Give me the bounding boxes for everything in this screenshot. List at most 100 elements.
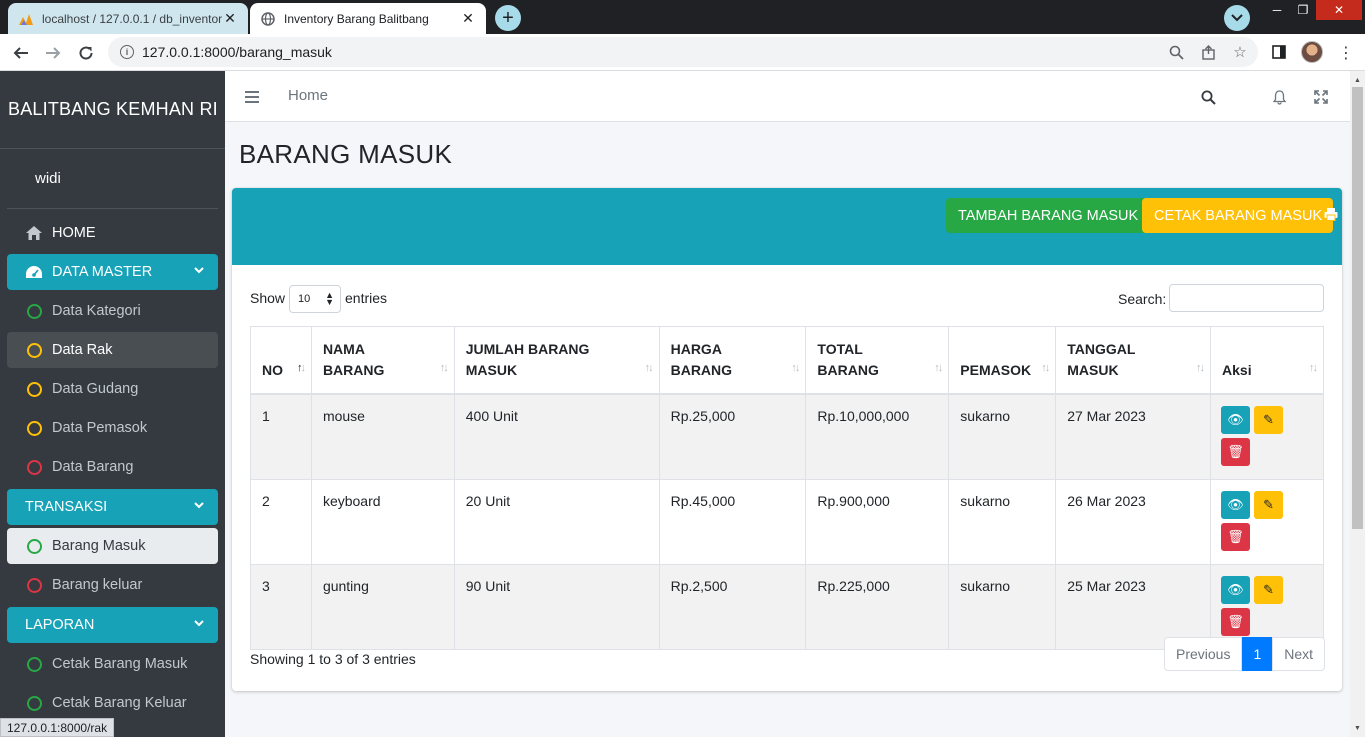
sidebar-item-barang-masuk[interactable]: Barang Masuk [7, 528, 218, 564]
sidebar-menu: HOME DATA MASTER Data Kategori Data Rak … [0, 209, 225, 721]
delete-button[interactable]: 🗑 [1221, 607, 1251, 636]
main-content: Home BARANG MASUK TAMBAH BARANG MASUK CE… [225, 71, 1350, 737]
delete-button[interactable]: 🗑 [1221, 522, 1251, 551]
tab-label: Inventory Barang Balitbang [284, 11, 429, 26]
eye-icon: 👁 [1227, 411, 1244, 427]
add-barang-masuk-button[interactable]: TAMBAH BARANG MASUK [946, 198, 1151, 233]
profile-avatar[interactable] [1301, 41, 1323, 63]
window-close-icon[interactable]: ✕ [1316, 0, 1362, 20]
sidebar-item-data-gudang[interactable]: Data Gudang [7, 371, 218, 407]
edit-button[interactable]: ✎ [1254, 405, 1284, 434]
edit-button[interactable]: ✎ [1254, 575, 1284, 604]
column-header-nama-barang[interactable]: NAMA BARANG ↑↓ [310, 326, 455, 395]
scroll-down-arrow-icon[interactable]: ▼ [1350, 721, 1365, 735]
forward-arrow-icon[interactable] [41, 41, 65, 65]
browser-toolbar: i 127.0.0.1:8000/barang_masuk ☆ ⋮ [0, 34, 1365, 71]
address-bar[interactable]: i 127.0.0.1:8000/barang_masuk [108, 37, 1258, 67]
tab-label: localhost / 127.0.0.1 / db_inventory [42, 11, 222, 26]
phpmyadmin-icon [18, 11, 34, 27]
circle-icon [26, 342, 42, 358]
button-label: TAMBAH BARANG MASUK [958, 207, 1139, 224]
fullscreen-expand-icon[interactable] [1310, 86, 1332, 108]
close-tab-icon[interactable]: ✕ [460, 10, 476, 27]
cell-aksi: 👁 ✎ 🗑 [1210, 478, 1324, 565]
back-arrow-icon[interactable] [9, 41, 33, 65]
sidebar-item-label: Data Kategori [52, 303, 141, 319]
browser-menu-icon[interactable]: ⋮ [1336, 41, 1356, 65]
sidebar-item-transaksi[interactable]: TRANSAKSI [7, 489, 218, 525]
eye-icon: 👁 [1227, 496, 1244, 512]
sidebar-item-barang-keluar[interactable]: Barang keluar [7, 567, 218, 603]
column-header-jumlah-barang-masuk[interactable]: JUMLAH BARANG MASUK ↑↓ [453, 326, 660, 395]
globe-icon [260, 11, 276, 27]
print-barang-masuk-button[interactable]: CETAK BARANG MASUK [1142, 198, 1338, 233]
site-info-icon[interactable]: i [120, 45, 134, 59]
sidebar-item-cetak-barang-masuk[interactable]: Cetak Barang Masuk [7, 646, 218, 682]
sidebar-item-label: Cetak Barang Keluar [52, 695, 187, 711]
entries-per-page-select[interactable]: 10 ▲ ▼ [289, 285, 341, 313]
user-panel[interactable]: widi [7, 149, 218, 209]
view-button[interactable]: 👁 [1221, 575, 1251, 604]
sidebar-item-label: LAPORAN [25, 617, 95, 633]
chevron-down-icon [194, 498, 204, 512]
scroll-up-arrow-icon[interactable]: ▲ [1350, 73, 1365, 87]
nav-link-home[interactable]: Home [288, 87, 328, 104]
reload-icon[interactable] [74, 41, 98, 65]
chevron-down-icon [194, 263, 204, 277]
column-header-no[interactable]: NO ↑↓ [250, 326, 312, 395]
pagination: Previous 1 Next [1164, 637, 1326, 671]
browser-tab-inventory[interactable]: Inventory Barang Balitbang ✕ [250, 3, 486, 34]
sidebar-item-home[interactable]: HOME [7, 215, 218, 251]
pagination-previous[interactable]: Previous [1164, 637, 1243, 671]
search-input[interactable] [1169, 284, 1324, 312]
sidebar-item-data-master[interactable]: DATA MASTER [7, 254, 218, 290]
edit-button[interactable]: ✎ [1254, 490, 1284, 519]
pagination-page-1[interactable]: 1 [1242, 637, 1273, 671]
hamburger-menu-icon[interactable] [241, 86, 263, 108]
sidebar-item-label: DATA MASTER [52, 264, 153, 280]
column-header-aksi[interactable]: Aksi ↑↓ [1210, 326, 1324, 395]
pagination-next[interactable]: Next [1272, 637, 1326, 671]
bell-icon[interactable] [1268, 86, 1290, 108]
column-header-total-barang[interactable]: TOTAL BARANG ↑↓ [805, 326, 950, 395]
view-button[interactable]: 👁 [1221, 490, 1251, 519]
cell-harga: Rp.2,500 [658, 563, 807, 650]
browser-tab-phpmyadmin[interactable]: localhost / 127.0.0.1 / db_inventory ✕ [8, 3, 248, 34]
search-icon[interactable] [1197, 86, 1219, 108]
sidebar-item-cetak-barang-keluar[interactable]: Cetak Barang Keluar [7, 685, 218, 721]
sort-icon: ↑↓ [644, 361, 654, 374]
tab-search-chevron-icon[interactable] [1224, 5, 1250, 31]
sort-icon: ↑↓ [934, 361, 943, 374]
page-scrollbar[interactable]: ▲ ▼ [1350, 71, 1365, 737]
scrollbar-thumb[interactable] [1352, 87, 1363, 529]
delete-button[interactable]: 🗑 [1221, 437, 1251, 466]
sidebar-item-label: Data Pemasok [52, 420, 148, 436]
sidebar-item-label: Data Rak [52, 342, 113, 358]
share-icon[interactable] [1198, 42, 1218, 62]
sort-icon: ↑↓ [1309, 361, 1318, 374]
sidebar-item-data-rak[interactable]: Data Rak [7, 332, 218, 368]
cell-nama: mouse [310, 393, 455, 480]
cell-nama: keyboard [310, 478, 455, 565]
new-tab-button[interactable]: + [495, 5, 521, 31]
column-header-tanggal-masuk[interactable]: TANGGAL MASUK ↑↓ [1055, 326, 1212, 395]
cell-pemasok: sukarno [948, 478, 1057, 565]
column-header-harga-barang[interactable]: HARGA BARANG ↑↓ [658, 326, 807, 395]
view-button[interactable]: 👁 [1221, 405, 1251, 434]
sidebar-item-data-kategori[interactable]: Data Kategori [7, 293, 218, 329]
close-tab-icon[interactable]: ✕ [222, 10, 238, 27]
sidebar-item-label: Data Gudang [52, 381, 139, 397]
zoom-icon[interactable] [1166, 42, 1186, 62]
sidebar-item-data-barang[interactable]: Data Barang [7, 449, 218, 485]
bookmark-star-icon[interactable]: ☆ [1230, 42, 1250, 62]
brand-link[interactable]: BALITBANG KEMHAN RI [0, 71, 225, 149]
window-maximize-icon[interactable]: ❐ [1288, 0, 1318, 20]
sidebar-item-laporan[interactable]: LAPORAN [7, 607, 218, 643]
cell-no: 2 [250, 478, 312, 565]
circle-icon [26, 695, 42, 711]
sidebar-item-label: HOME [52, 225, 96, 241]
sidebar-item-data-pemasok[interactable]: Data Pemasok [7, 410, 218, 446]
side-panel-icon[interactable] [1269, 42, 1289, 62]
entries-label: entries [345, 290, 388, 306]
column-header-pemasok[interactable]: PEMASOK ↑↓ [948, 326, 1057, 395]
